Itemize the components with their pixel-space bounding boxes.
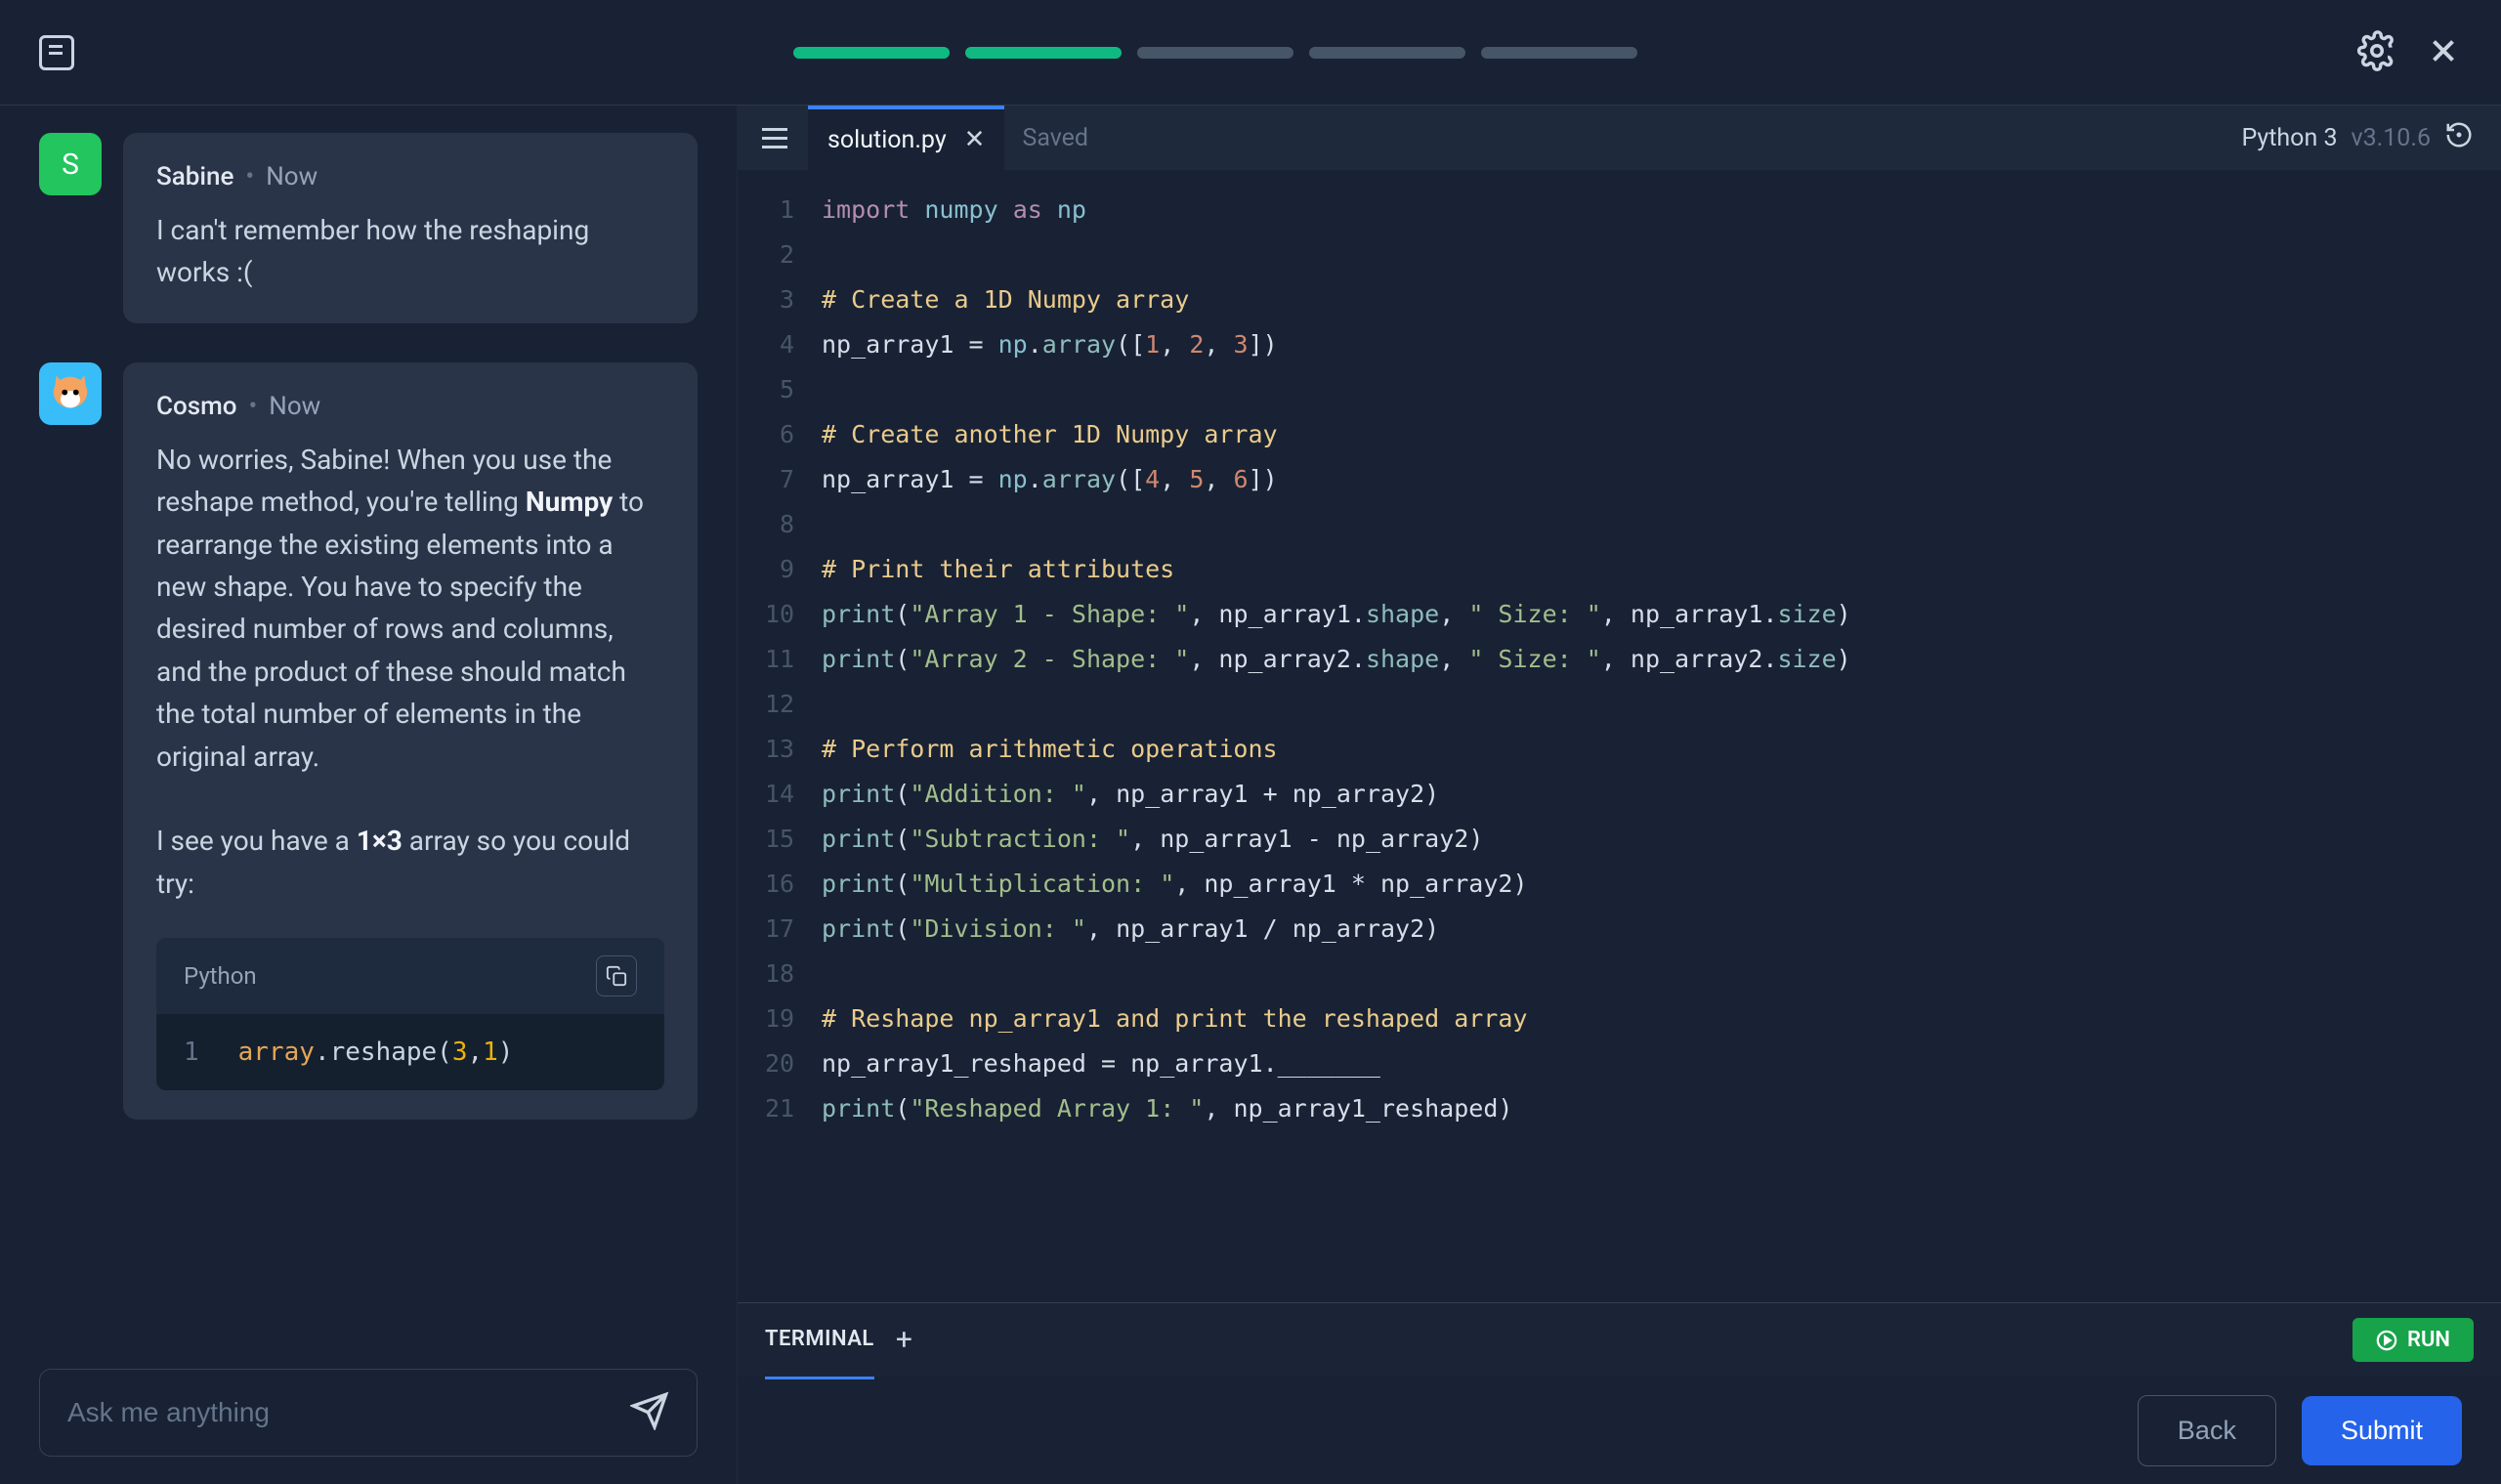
code-line[interactable]: 13# Perform arithmetic operations (738, 727, 2501, 772)
code-line[interactable]: 18 (738, 952, 2501, 996)
chat-panel: S Sabine • Now I can't remember how the … (0, 106, 737, 1484)
saved-label: Saved (1022, 124, 1088, 152)
copy-button[interactable] (596, 955, 637, 996)
code-line[interactable]: 7np_array1 = np.array([4, 5, 6]) (738, 457, 2501, 502)
send-icon[interactable] (630, 1391, 669, 1434)
code-line[interactable]: 11print("Array 2 - Shape: ", np_array2.s… (738, 637, 2501, 682)
user-text: I can't remember how the reshaping works… (156, 209, 664, 294)
code-editor[interactable]: 1import numpy as np23# Create a 1D Numpy… (738, 170, 2501, 1302)
code-line[interactable]: 17print("Division: ", np_array1 / np_arr… (738, 907, 2501, 952)
code-line[interactable]: 10print("Array 1 - Shape: ", np_array1.s… (738, 592, 2501, 637)
code-line[interactable]: 4np_array1 = np.array([1, 2, 3]) (738, 322, 2501, 367)
code-line[interactable]: 1import numpy as np (738, 188, 2501, 233)
user-time: Now (266, 162, 318, 191)
code-line[interactable]: 14print("Addition: ", np_array1 + np_arr… (738, 772, 2501, 817)
close-icon[interactable] (2425, 32, 2462, 73)
code-line[interactable]: 12 (738, 682, 2501, 727)
bot-message: Cosmo • Now No worries, Sabine! When you… (39, 362, 698, 1120)
progress-pill (965, 47, 1122, 59)
terminal-tab[interactable]: TERMINAL (765, 1301, 874, 1379)
menu-icon[interactable] (753, 116, 796, 159)
progress-pill (793, 47, 950, 59)
user-name: Sabine (156, 162, 233, 191)
code-line-number: 1 (184, 1038, 199, 1067)
python-version: v3.10.6 (2352, 124, 2432, 152)
back-button[interactable]: Back (2138, 1395, 2276, 1466)
code-line[interactable]: 8 (738, 502, 2501, 547)
code-line[interactable]: 9# Print their attributes (738, 547, 2501, 592)
progress-pill (1137, 47, 1293, 59)
run-button[interactable]: RUN (2353, 1318, 2474, 1362)
progress-bar (74, 47, 2356, 59)
history-icon[interactable] (2444, 120, 2474, 156)
header (0, 0, 2501, 106)
chat-input-container (39, 1369, 698, 1457)
document-icon[interactable] (39, 35, 74, 70)
code-line[interactable]: 6# Create another 1D Numpy array (738, 412, 2501, 457)
progress-pill (1481, 47, 1637, 59)
user-avatar: S (39, 133, 102, 195)
bot-name: Cosmo (156, 392, 237, 421)
bot-avatar (39, 362, 102, 425)
code-line[interactable]: 5 (738, 367, 2501, 412)
close-tab-icon[interactable]: ✕ (964, 125, 986, 154)
progress-pill (1309, 47, 1465, 59)
code-line[interactable]: 2 (738, 233, 2501, 277)
python-label: Python 3 (2241, 124, 2337, 152)
run-label: RUN (2407, 1328, 2450, 1352)
user-message: S Sabine • Now I can't remember how the … (39, 133, 698, 323)
gear-icon[interactable] (2356, 30, 2397, 75)
code-snippet: Python 1 array.reshape(3,1) (156, 938, 664, 1090)
code-line[interactable]: 16print("Multiplication: ", np_array1 * … (738, 862, 2501, 907)
file-name: solution.py (827, 126, 947, 154)
code-line[interactable]: 3# Create a 1D Numpy array (738, 277, 2501, 322)
bot-time: Now (269, 392, 320, 421)
chat-input[interactable] (67, 1397, 630, 1428)
code-lang-label: Python (184, 962, 257, 990)
submit-button[interactable]: Submit (2302, 1396, 2462, 1465)
bot-text: No worries, Sabine! When you use the res… (156, 439, 664, 905)
code-line[interactable]: 15print("Subtraction: ", np_array1 - np_… (738, 817, 2501, 862)
code-line[interactable]: 21print("Reshaped Array 1: ", np_array1_… (738, 1086, 2501, 1131)
add-terminal-icon[interactable]: + (896, 1323, 912, 1357)
code-line[interactable]: 20np_array1_reshaped = np_array1._______ (738, 1041, 2501, 1086)
file-tab[interactable]: solution.py ✕ (808, 106, 1004, 170)
editor-panel: solution.py ✕ Saved Python 3 v3.10.6 1im… (737, 106, 2501, 1484)
code-line[interactable]: 19# Reshape np_array1 and print the resh… (738, 996, 2501, 1041)
